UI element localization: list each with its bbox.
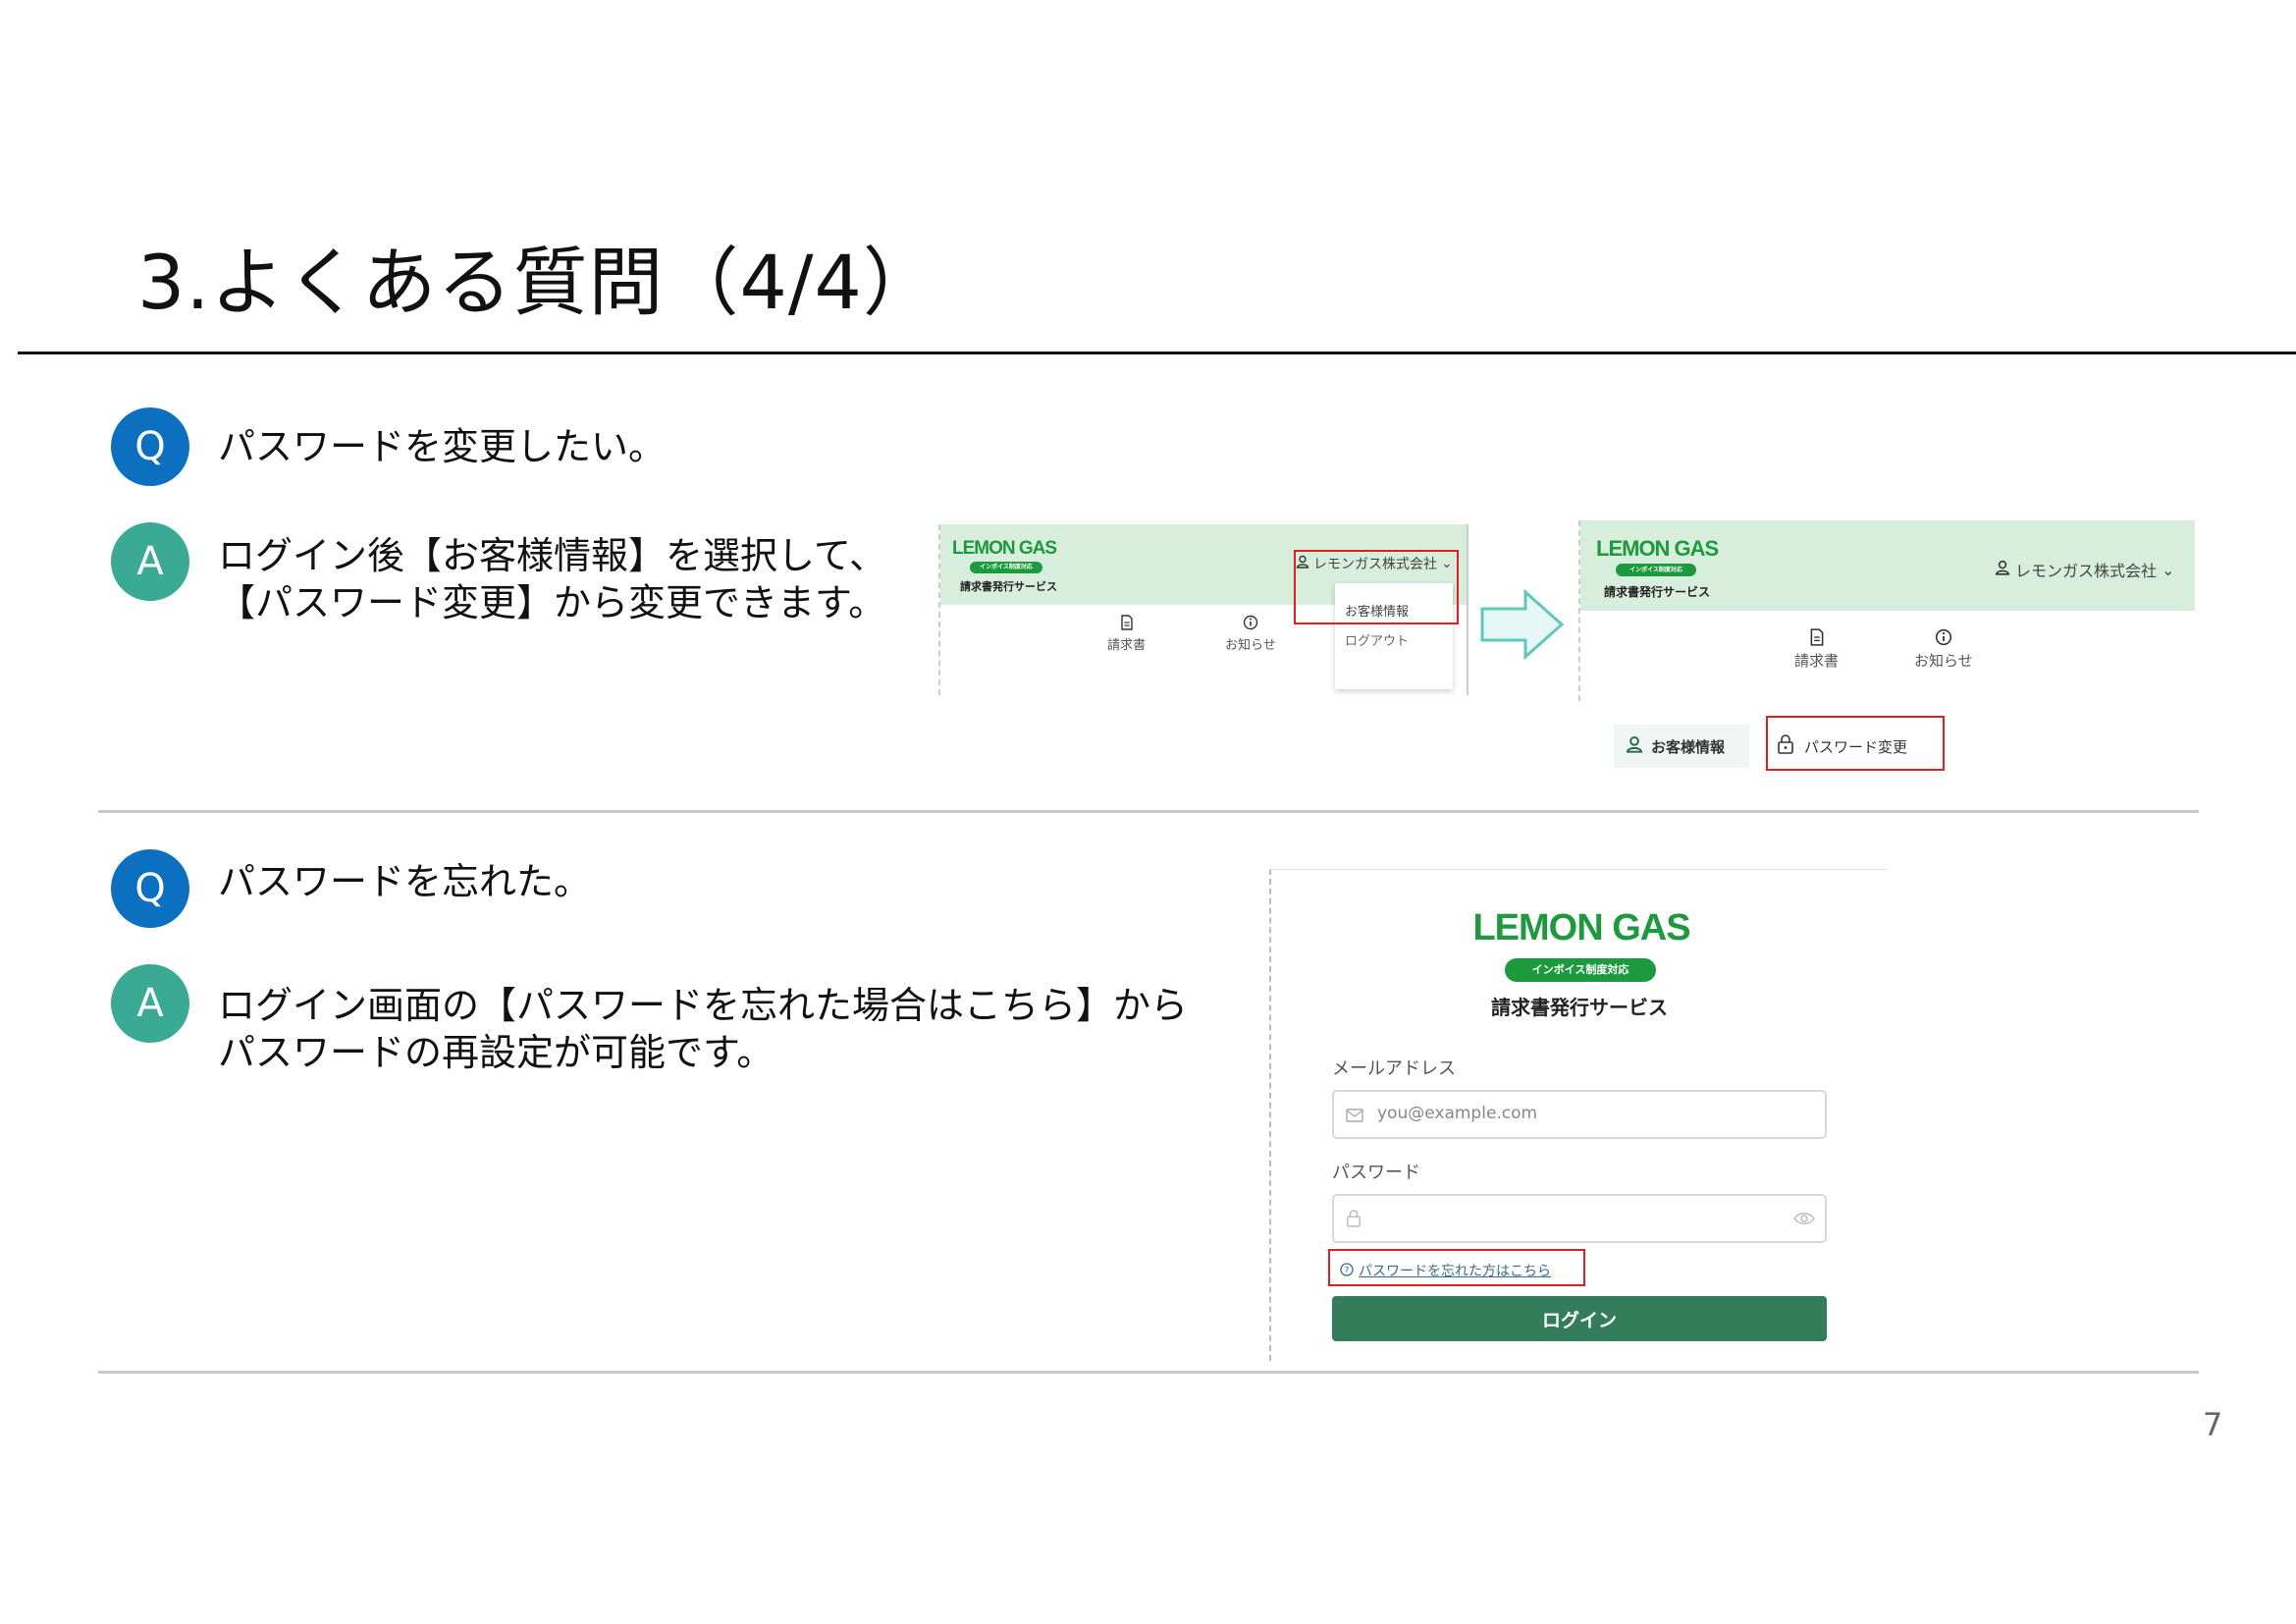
chevron-down-icon: ⌄ bbox=[2162, 560, 2175, 579]
email-label: メールアドレス bbox=[1332, 1058, 1456, 1079]
email-placeholder: you@example.com bbox=[1377, 1104, 1538, 1123]
info-icon bbox=[1914, 628, 1973, 650]
password-field[interactable] bbox=[1332, 1194, 1827, 1243]
user-icon bbox=[1626, 735, 1643, 757]
question-badge: Q bbox=[111, 407, 189, 486]
highlight-box bbox=[1766, 716, 1945, 771]
service-name: 請求書発行サービス bbox=[960, 580, 1057, 593]
highlight-box bbox=[1294, 550, 1459, 624]
screenshot-header: LEMON GAS インボイス制度対応 請求書発行サービス レモンガス株式会社 … bbox=[1578, 520, 2195, 701]
login-button[interactable]: ログイン bbox=[1332, 1296, 1827, 1341]
mail-icon bbox=[1346, 1108, 1363, 1126]
question-badge: Q bbox=[111, 849, 189, 928]
answer-badge: A bbox=[111, 964, 189, 1043]
password-label: パスワード bbox=[1332, 1163, 1420, 1183]
info-icon bbox=[1225, 615, 1276, 634]
email-field[interactable]: you@example.com bbox=[1332, 1090, 1827, 1139]
arrow-right-icon bbox=[1480, 588, 1565, 664]
service-name: 請求書発行サービス bbox=[1604, 585, 1711, 599]
question-text: パスワードを忘れた。 bbox=[218, 860, 592, 903]
section-divider bbox=[98, 810, 2199, 813]
answer-badge: A bbox=[111, 522, 189, 601]
answer-line-2: 【パスワード変更】から変更できます。 bbox=[218, 581, 886, 624]
nav-invoices-label: 請求書 bbox=[1107, 638, 1147, 653]
eye-icon[interactable] bbox=[1793, 1211, 1815, 1229]
service-name: 請求書発行サービス bbox=[1491, 996, 1668, 1019]
nav-invoices[interactable]: 請求書 bbox=[1107, 615, 1146, 653]
lock-icon bbox=[1346, 1209, 1362, 1232]
screenshot-account-menu: LEMON GAS インボイス制度対応 請求書発行サービス レモンガス株式会社 … bbox=[938, 524, 1468, 695]
nav-notices-label: お知らせ bbox=[1225, 638, 1276, 653]
answer-line-1: ログイン画面の【パスワードを忘れた場合はこちら】から bbox=[218, 984, 1189, 1027]
section-divider bbox=[98, 1371, 2199, 1374]
tab-customer-info-label: お客様情報 bbox=[1651, 737, 1726, 756]
brand-logo-badge: インボイス制度対応 bbox=[1616, 564, 1696, 576]
highlight-box bbox=[1328, 1249, 1585, 1286]
brand-logo: LEMON GAS bbox=[1596, 536, 1719, 561]
document-icon bbox=[1794, 628, 1839, 650]
user-icon bbox=[1995, 560, 2010, 579]
company-name: レモンガス株式会社 bbox=[2015, 562, 2158, 580]
brand-logo-badge: インボイス制度対応 bbox=[970, 562, 1042, 573]
nav-notices-label: お知らせ bbox=[1914, 652, 1973, 670]
answer-line-1: ログイン後【お客様情報】を選択して、 bbox=[218, 534, 886, 577]
answer-line-2: パスワードの再設定が可能です。 bbox=[218, 1031, 774, 1074]
nav-notices[interactable]: お知らせ bbox=[1225, 615, 1276, 653]
question-text: パスワードを変更したい。 bbox=[218, 425, 667, 468]
dropdown-item-logout[interactable]: ログアウト bbox=[1345, 630, 1409, 649]
brand-logo: LEMON GAS bbox=[952, 538, 1057, 559]
page-title: 3.よくある質問（4/4） bbox=[137, 239, 938, 326]
brand-logo: LEMON GAS bbox=[1472, 907, 1690, 948]
tab-customer-info[interactable]: お客様情報 bbox=[1614, 725, 1749, 768]
nav-notices[interactable]: お知らせ bbox=[1914, 628, 1973, 671]
document-icon bbox=[1107, 615, 1146, 634]
brand-logo-badge: インボイス制度対応 bbox=[1505, 958, 1656, 982]
nav-invoices[interactable]: 請求書 bbox=[1794, 628, 1839, 671]
title-divider bbox=[18, 352, 2296, 354]
screenshot-login: LEMON GAS インボイス制度対応 請求書発行サービス メールアドレス yo… bbox=[1269, 869, 1888, 1361]
page-number: 7 bbox=[2203, 1406, 2223, 1443]
company-menu[interactable]: レモンガス株式会社 ⌄ bbox=[1995, 558, 2174, 581]
nav-invoices-label: 請求書 bbox=[1794, 652, 1840, 670]
